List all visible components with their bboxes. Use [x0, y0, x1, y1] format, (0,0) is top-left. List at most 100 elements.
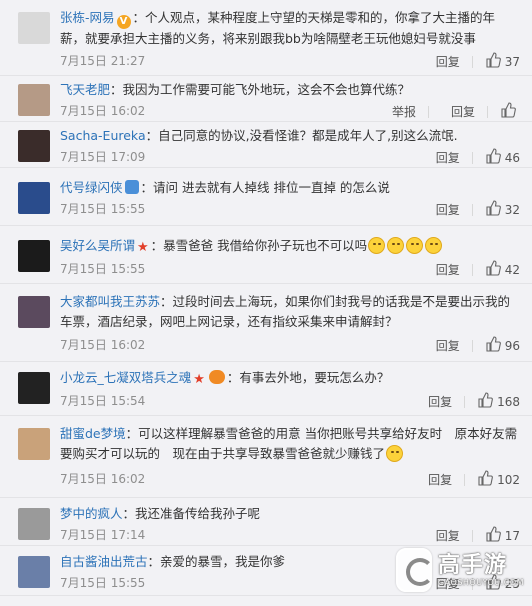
comment-actions: 回复 17	[414, 526, 520, 545]
watermark-text: 高手游 GAOSHOUYOU.COM	[437, 553, 524, 587]
comment-item: 甜蜜de梦境：可以这样理解暴雪爸爸的用意 当你把账号共享给好友时 原本好友需要购…	[0, 416, 532, 498]
like-count: 32	[504, 202, 520, 217]
reply-link[interactable]: 回复	[436, 53, 460, 70]
avatar[interactable]	[18, 372, 50, 404]
thumbs-up-icon	[485, 336, 505, 355]
username-link[interactable]: 小龙云_七凝双塔兵之魂	[60, 370, 191, 385]
username-link[interactable]: 自古酱油出荒古	[60, 554, 148, 569]
thumbs-up-icon	[485, 148, 505, 167]
like-button[interactable]: 17	[485, 526, 520, 545]
vip-badge-icon	[124, 180, 139, 194]
avatar[interactable]	[18, 182, 50, 214]
comment-actions: 回复 96	[414, 336, 520, 355]
username-link[interactable]: 代号绿闪侠	[60, 180, 123, 195]
avatar[interactable]	[18, 240, 50, 272]
like-button[interactable]: 46	[485, 148, 520, 167]
avatar[interactable]	[18, 508, 50, 540]
avatar[interactable]	[18, 84, 50, 116]
username-link[interactable]: 大家都叫我王苏苏	[60, 294, 160, 309]
reply-link[interactable]: 回复	[428, 393, 452, 410]
comment-text: 代号绿闪侠 ：请问 进去就有人掉线 排位一直掉 的怎么说	[60, 178, 520, 198]
reply-link[interactable]: 回复	[436, 201, 460, 218]
comment-actions: 回复 168	[406, 392, 520, 411]
username-link[interactable]: 甜蜜de梦境	[60, 426, 126, 441]
comment-actions: 回复 32	[414, 200, 520, 219]
like-count: 168	[497, 394, 520, 409]
comment-text: 甜蜜de梦境：可以这样理解暴雪爸爸的用意 当你把账号共享给好友时 原本好友需要购…	[60, 424, 520, 464]
divider	[471, 55, 473, 68]
divider	[464, 473, 466, 486]
comment-text: 梦中的疯人：我还准备传给我孙子呢	[60, 504, 520, 524]
like-button[interactable]	[500, 102, 520, 121]
username-link[interactable]: 张栋-网易	[60, 10, 115, 25]
comment-item: 小龙云_七凝双塔兵之魂 ★ ：有事去外地，要玩怎么办？ 7月15日 15:54 回复 16…	[0, 362, 532, 416]
divider	[471, 151, 473, 164]
like-button[interactable]: 168	[477, 392, 520, 411]
reply-link[interactable]: 回复	[451, 103, 475, 120]
avatar[interactable]	[18, 556, 50, 588]
comment-actions: 回复 46	[414, 148, 520, 167]
comment-actions: 回复 37	[414, 52, 520, 71]
avatar[interactable]	[18, 296, 50, 328]
comment-text: 吴好么吴所谓 ★ ：暴雪爸爸 我借给你孙子玩也不可以吗	[60, 236, 520, 258]
comment-time: 7月15日 15:55	[60, 262, 146, 276]
like-button[interactable]: 96	[485, 336, 520, 355]
reply-link[interactable]: 回复	[428, 471, 452, 488]
reply-link[interactable]: 回复	[436, 337, 460, 354]
comment-item: 梦中的疯人：我还准备传给我孙子呢 7月15日 17:14 回复 17	[0, 498, 532, 546]
like-button[interactable]: 32	[485, 200, 520, 219]
thumbs-up-icon	[485, 526, 505, 545]
comment-time: 7月15日 16:02	[60, 338, 146, 352]
thumbs-up-icon	[477, 470, 497, 489]
comment-time: 7月15日 16:02	[60, 472, 146, 486]
comment-actions: 回复 102	[406, 470, 520, 489]
comment-body: ：我因为工作需要可能飞外地玩，这会不会也算代练？	[110, 82, 411, 97]
comment-body: ：可以这样理解暴雪爸爸的用意 当你把账号共享给好友时 原本好友需要购买才可以玩的…	[60, 426, 518, 461]
comment-text: 张栋-网易 V ：个人观点，某种程度上守望的天梯是零和的，你拿了大主播的年薪，就要承…	[60, 8, 520, 49]
divider	[471, 339, 473, 352]
emoji-face-icon	[386, 445, 404, 462]
reply-link[interactable]: 回复	[436, 149, 460, 166]
comment-item: 吴好么吴所谓 ★ ：暴雪爸爸 我借给你孙子玩也不可以吗 7月15日 15:55 回复 42	[0, 226, 532, 284]
avatar[interactable]	[18, 428, 50, 460]
like-count: 96	[504, 338, 520, 353]
username-link[interactable]: 梦中的疯人	[60, 506, 123, 521]
emoji-face-icon	[387, 237, 405, 254]
watermark-subtitle: GAOSHOUYOU.COM	[437, 577, 524, 587]
reply-link[interactable]: 回复	[436, 527, 460, 544]
avatar[interactable]	[18, 12, 50, 44]
like-count: 37	[504, 54, 520, 69]
divider	[471, 203, 473, 216]
divider	[427, 105, 429, 118]
star-badge-icon: ★	[193, 372, 205, 387]
comment-time: 7月15日 17:14	[60, 528, 146, 542]
watermark: 高手游 GAOSHOUYOU.COM	[396, 544, 524, 596]
comment-time: 7月15日 15:54	[60, 394, 146, 408]
comment-item: Sacha-Eureka：自己同意的协议,没看怪谁？都是成年人了,别这么流氓. 7…	[0, 122, 532, 168]
emoji-face-icon	[368, 237, 386, 254]
thumbs-up-icon	[485, 260, 505, 279]
like-button[interactable]: 37	[485, 52, 520, 71]
username-link[interactable]: Sacha-Eureka	[60, 128, 146, 143]
like-button[interactable]: 102	[477, 470, 520, 489]
emoji-face-icon	[425, 237, 443, 254]
fan-badge-icon	[208, 370, 225, 384]
like-count: 42	[504, 262, 520, 277]
comment-item: 大家都叫我王苏苏：过段时间去上海玩，如果你们封我号的话我是不是要出示我的车票，酒…	[0, 284, 532, 362]
username-link[interactable]: 吴好么吴所谓	[60, 238, 135, 253]
comment-time: 7月15日 16:02	[60, 104, 146, 118]
like-button[interactable]: 42	[485, 260, 520, 279]
username-link[interactable]: 飞天老肥	[60, 82, 110, 97]
reply-link[interactable]: 回复	[436, 261, 460, 278]
comment-actions: 举报 回复	[370, 102, 520, 121]
star-badge-icon: ★	[137, 240, 149, 255]
verified-v-icon: V	[116, 15, 131, 29]
avatar[interactable]	[18, 130, 50, 162]
report-link[interactable]: 举报	[392, 103, 416, 120]
comment-time: 7月15日 21:27	[60, 54, 146, 68]
comment-body: ：请问 进去就有人掉线 排位一直掉 的怎么说	[140, 180, 390, 195]
comment-time: 7月15日 15:55	[60, 202, 146, 216]
divider	[471, 529, 473, 542]
thumbs-up-icon	[485, 52, 505, 71]
divider	[464, 395, 466, 408]
